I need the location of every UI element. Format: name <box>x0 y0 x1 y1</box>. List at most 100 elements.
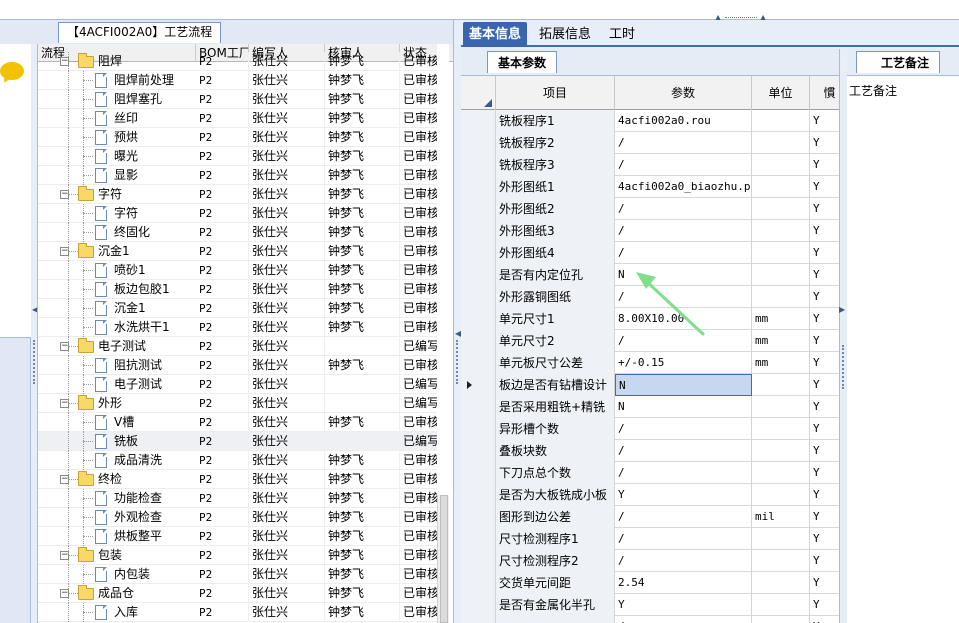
tree-leaf-row[interactable]: 铣板 P2 张仕兴 已编写 <box>38 432 439 451</box>
tree-leaf-row[interactable]: 内包装 P2 张仕兴 钟梦飞 已审核 <box>38 565 439 584</box>
param-value-cell[interactable]: / <box>615 506 752 528</box>
tree-leaf-row[interactable]: 成品清洗 P2 张仕兴 钟梦飞 已审核 <box>38 451 439 470</box>
param-value-cell[interactable]: / <box>615 220 752 242</box>
row-indicator[interactable] <box>461 528 496 550</box>
tree-leaf-row[interactable]: 终固化 P2 张仕兴 钟梦飞 已审核 <box>38 223 439 242</box>
row-indicator[interactable] <box>461 264 496 286</box>
tree-node-row[interactable]: − 电子测试 P2 张仕兴 已编写 <box>38 337 439 356</box>
tree-leaf-row[interactable]: 烘板整平 P2 张仕兴 钟梦飞 已审核 <box>38 527 439 546</box>
param-row[interactable]: 铣板程序3/ Y <box>461 154 839 176</box>
col-header-flag[interactable]: 慣 <box>810 76 839 110</box>
tree-leaf-row[interactable]: 沉金1 P2 张仕兴 钟梦飞 已审核 <box>38 299 439 318</box>
row-indicator[interactable] <box>461 132 496 154</box>
row-indicator[interactable] <box>461 550 496 572</box>
param-row[interactable]: 异形槽个数 / Y <box>461 418 839 440</box>
tree-scrollbar[interactable] <box>437 495 449 623</box>
tab-basic-params[interactable]: 基本参数 <box>487 51 558 73</box>
param-value-cell[interactable]: / <box>615 330 752 352</box>
tree-leaf-row[interactable]: 阻抗测试 P2 张仕兴 钟梦飞 已审核 <box>38 356 439 375</box>
param-value-cell[interactable]: N <box>615 396 752 418</box>
param-value-cell[interactable]: / <box>615 550 752 572</box>
row-indicator[interactable] <box>461 396 496 418</box>
param-value-cell[interactable]: Y <box>615 594 752 616</box>
param-value-cell[interactable]: / <box>615 286 752 308</box>
row-indicator[interactable] <box>461 594 496 616</box>
param-row[interactable]: 铣板程序1 4acfi002a0.rou Y <box>461 110 839 132</box>
scroll-thumb[interactable] <box>440 495 448 623</box>
row-indicator[interactable] <box>461 220 496 242</box>
param-value-cell[interactable]: Y <box>615 484 752 506</box>
tree-node-row[interactable]: − 终检 P2 张仕兴 钟梦飞 已审核 <box>38 470 439 489</box>
param-value-cell[interactable]: / <box>615 198 752 220</box>
collapse-toggle-icon[interactable]: − <box>60 551 69 560</box>
tree-leaf-row[interactable]: 入库 P2 张仕兴 钟梦飞 已审核 <box>38 603 439 622</box>
tree-node-row[interactable]: − 包装 P2 张仕兴 钟梦飞 已审核 <box>38 546 439 565</box>
param-row[interactable]: 板边是否有钻槽设计 N Y <box>461 374 839 396</box>
row-indicator[interactable] <box>461 286 496 308</box>
collapse-toggle-icon[interactable]: − <box>60 399 69 408</box>
collapse-toggle-icon[interactable]: − <box>60 190 69 199</box>
param-value-cell[interactable]: / <box>615 242 752 264</box>
param-value-cell[interactable]: N <box>615 374 752 396</box>
col-header-unit[interactable]: 单位 <box>752 76 810 110</box>
tree-leaf-row[interactable]: 外观检查 P2 张仕兴 钟梦飞 已审核 <box>38 508 439 527</box>
tree-node-row[interactable]: − 外形 P2 张仕兴 已编写 <box>38 394 439 413</box>
param-row[interactable]: 图形到边公差 / mil Y <box>461 506 839 528</box>
param-row[interactable]: 是否为大板铣成小板 Y Y <box>461 484 839 506</box>
param-row[interactable]: 叠板块数 / Y <box>461 440 839 462</box>
param-row[interactable]: 外形露铜图纸 / Y <box>461 286 839 308</box>
row-indicator[interactable] <box>461 506 496 528</box>
param-row[interactable]: 尺寸检测程序1/ Y <box>461 528 839 550</box>
row-indicator[interactable] <box>461 198 496 220</box>
collapse-toggle-icon[interactable]: − <box>60 342 69 351</box>
param-row[interactable]: /Y <box>461 616 839 623</box>
param-row[interactable]: 外形图纸3/ Y <box>461 220 839 242</box>
param-row[interactable]: 是否有金属化半孔 Y Y <box>461 594 839 616</box>
tree-node-row[interactable]: − 成品仓 P2 张仕兴 钟梦飞 已审核 <box>38 584 439 603</box>
col-header-param[interactable]: 参数 <box>615 76 752 110</box>
param-row[interactable]: 单元尺寸2/mm Y <box>461 330 839 352</box>
param-value-cell[interactable]: / <box>615 528 752 550</box>
param-value-cell[interactable]: / <box>615 154 752 176</box>
tab-work-hours[interactable]: 工时 <box>603 22 641 47</box>
tree-leaf-row[interactable]: 电子测试 P2 张仕兴 已编写 <box>38 375 439 394</box>
row-indicator[interactable] <box>461 418 496 440</box>
collapse-right-icon[interactable]: ▶ <box>839 306 845 314</box>
tab-basic-info[interactable]: 基本信息 <box>463 22 528 47</box>
param-value-cell[interactable]: / <box>615 462 752 484</box>
row-indicator[interactable] <box>461 308 496 330</box>
grid-corner[interactable] <box>461 76 496 110</box>
param-value-cell[interactable]: N <box>615 264 752 286</box>
row-indicator[interactable] <box>461 110 496 132</box>
param-value-cell[interactable]: / <box>615 418 752 440</box>
row-indicator[interactable] <box>461 176 496 198</box>
param-value-cell[interactable]: 2.54 <box>615 572 752 594</box>
collapse-toggle-icon[interactable]: − <box>60 247 69 256</box>
tab-process-notes[interactable]: 工艺备注 <box>856 51 941 73</box>
row-indicator[interactable] <box>461 462 496 484</box>
param-value-cell[interactable]: 4acfi002a0.rou <box>615 110 752 132</box>
collapse-toggle-icon[interactable]: − <box>60 589 69 598</box>
chat-bubble-icon[interactable] <box>0 62 24 80</box>
tree-leaf-row[interactable]: 阻焊前处理 P2 张仕兴 钟梦飞 已审核 <box>38 71 439 90</box>
middle-splitter[interactable] <box>453 20 461 623</box>
param-row[interactable]: 铣板程序2/ Y <box>461 132 839 154</box>
param-value-cell[interactable]: / <box>615 132 752 154</box>
param-row[interactable]: 单元板尺寸公差 +/-0.15 mm Y <box>461 352 839 374</box>
row-indicator[interactable] <box>461 572 496 594</box>
tree-leaf-row[interactable]: 显影 P2 张仕兴 钟梦飞 已审核 <box>38 166 439 185</box>
row-indicator[interactable] <box>461 616 496 623</box>
row-indicator[interactable] <box>461 330 496 352</box>
tree-node-row[interactable]: − 字符 P2 张仕兴 钟梦飞 已审核 <box>38 185 439 204</box>
param-row[interactable]: 外形图纸4/ Y <box>461 242 839 264</box>
tree-node-row[interactable]: − 沉金1 P2 张仕兴 钟梦飞 已审核 <box>38 242 439 261</box>
param-row[interactable]: 外形图纸2/ Y <box>461 198 839 220</box>
tab-process-flow[interactable]: 【4ACFI002A0】工艺流程 <box>58 22 222 43</box>
tree-leaf-row[interactable]: V槽 P2 张仕兴 钟梦飞 已审核 <box>38 413 439 432</box>
param-value-cell[interactable]: 8.00X10.00 <box>615 308 752 330</box>
param-row[interactable]: 外形图纸1 4acfi002a0_biaozhu.pdf Y <box>461 176 839 198</box>
tree-leaf-row[interactable]: 板边包胶1 P2 张仕兴 钟梦飞 已审核 <box>38 280 439 299</box>
param-row[interactable]: 交货单元间距 2.54 Y <box>461 572 839 594</box>
col-header-item[interactable]: 项目 <box>496 76 615 110</box>
tree-leaf-row[interactable]: 阻焊塞孔 P2 张仕兴 钟梦飞 已审核 <box>38 90 439 109</box>
